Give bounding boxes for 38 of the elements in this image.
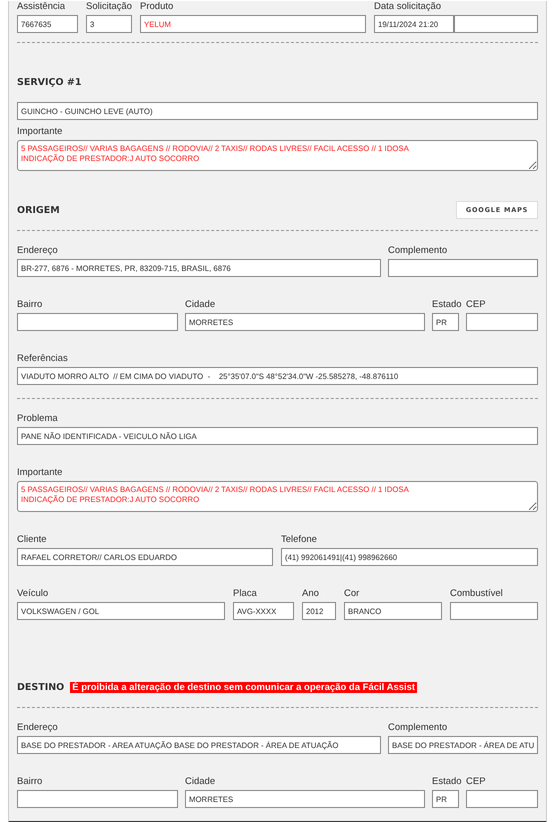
field-label: Telefone	[281, 534, 317, 546]
field-label: Estado	[432, 299, 462, 311]
field-label: Placa	[233, 588, 257, 600]
field-label: Cidade	[185, 299, 216, 311]
field-label: Cidade	[185, 776, 216, 788]
field-label: Ano	[302, 588, 319, 600]
field-label: Referências	[17, 353, 68, 365]
field-label: CEP	[466, 776, 486, 788]
field-label: Bairro	[17, 776, 42, 788]
field-label: Data solicitação	[374, 1, 442, 13]
section-title: ORIGEM	[17, 204, 60, 216]
input-field[interactable]	[17, 313, 178, 331]
field-label: Cliente	[17, 534, 47, 546]
field-label: CEP	[466, 299, 486, 311]
field-label: Problema	[17, 413, 58, 425]
section-title: SERVIÇO #1	[17, 76, 82, 88]
input-field[interactable]	[466, 313, 538, 331]
field-label: Endereço	[17, 722, 58, 734]
input-field[interactable]	[17, 790, 178, 808]
field-label: Complemento	[388, 245, 448, 257]
field-label: Importante	[17, 126, 62, 138]
field-label: Produto	[140, 1, 174, 13]
field-label: Importante	[17, 467, 62, 479]
field-label: Assistência	[17, 1, 66, 13]
input-field[interactable]	[454, 15, 538, 33]
section-title: DESTINO	[17, 682, 64, 692]
field-label: Combustível	[450, 588, 503, 600]
field-label: Solicitação	[86, 1, 132, 13]
field-label: Cor	[344, 588, 360, 600]
warning-notice: É proibida a alteração de destino sem comunicar a operação da Fácil Assist	[70, 682, 418, 692]
input-field[interactable]	[466, 790, 538, 808]
field-label: Bairro	[17, 299, 42, 311]
field-label: Estado	[432, 776, 462, 788]
field-label: Endereço	[17, 245, 58, 257]
field-label: Complemento	[388, 722, 448, 734]
field-label: Veículo	[17, 588, 48, 600]
input-field[interactable]	[450, 602, 538, 620]
input-field[interactable]	[388, 259, 538, 277]
